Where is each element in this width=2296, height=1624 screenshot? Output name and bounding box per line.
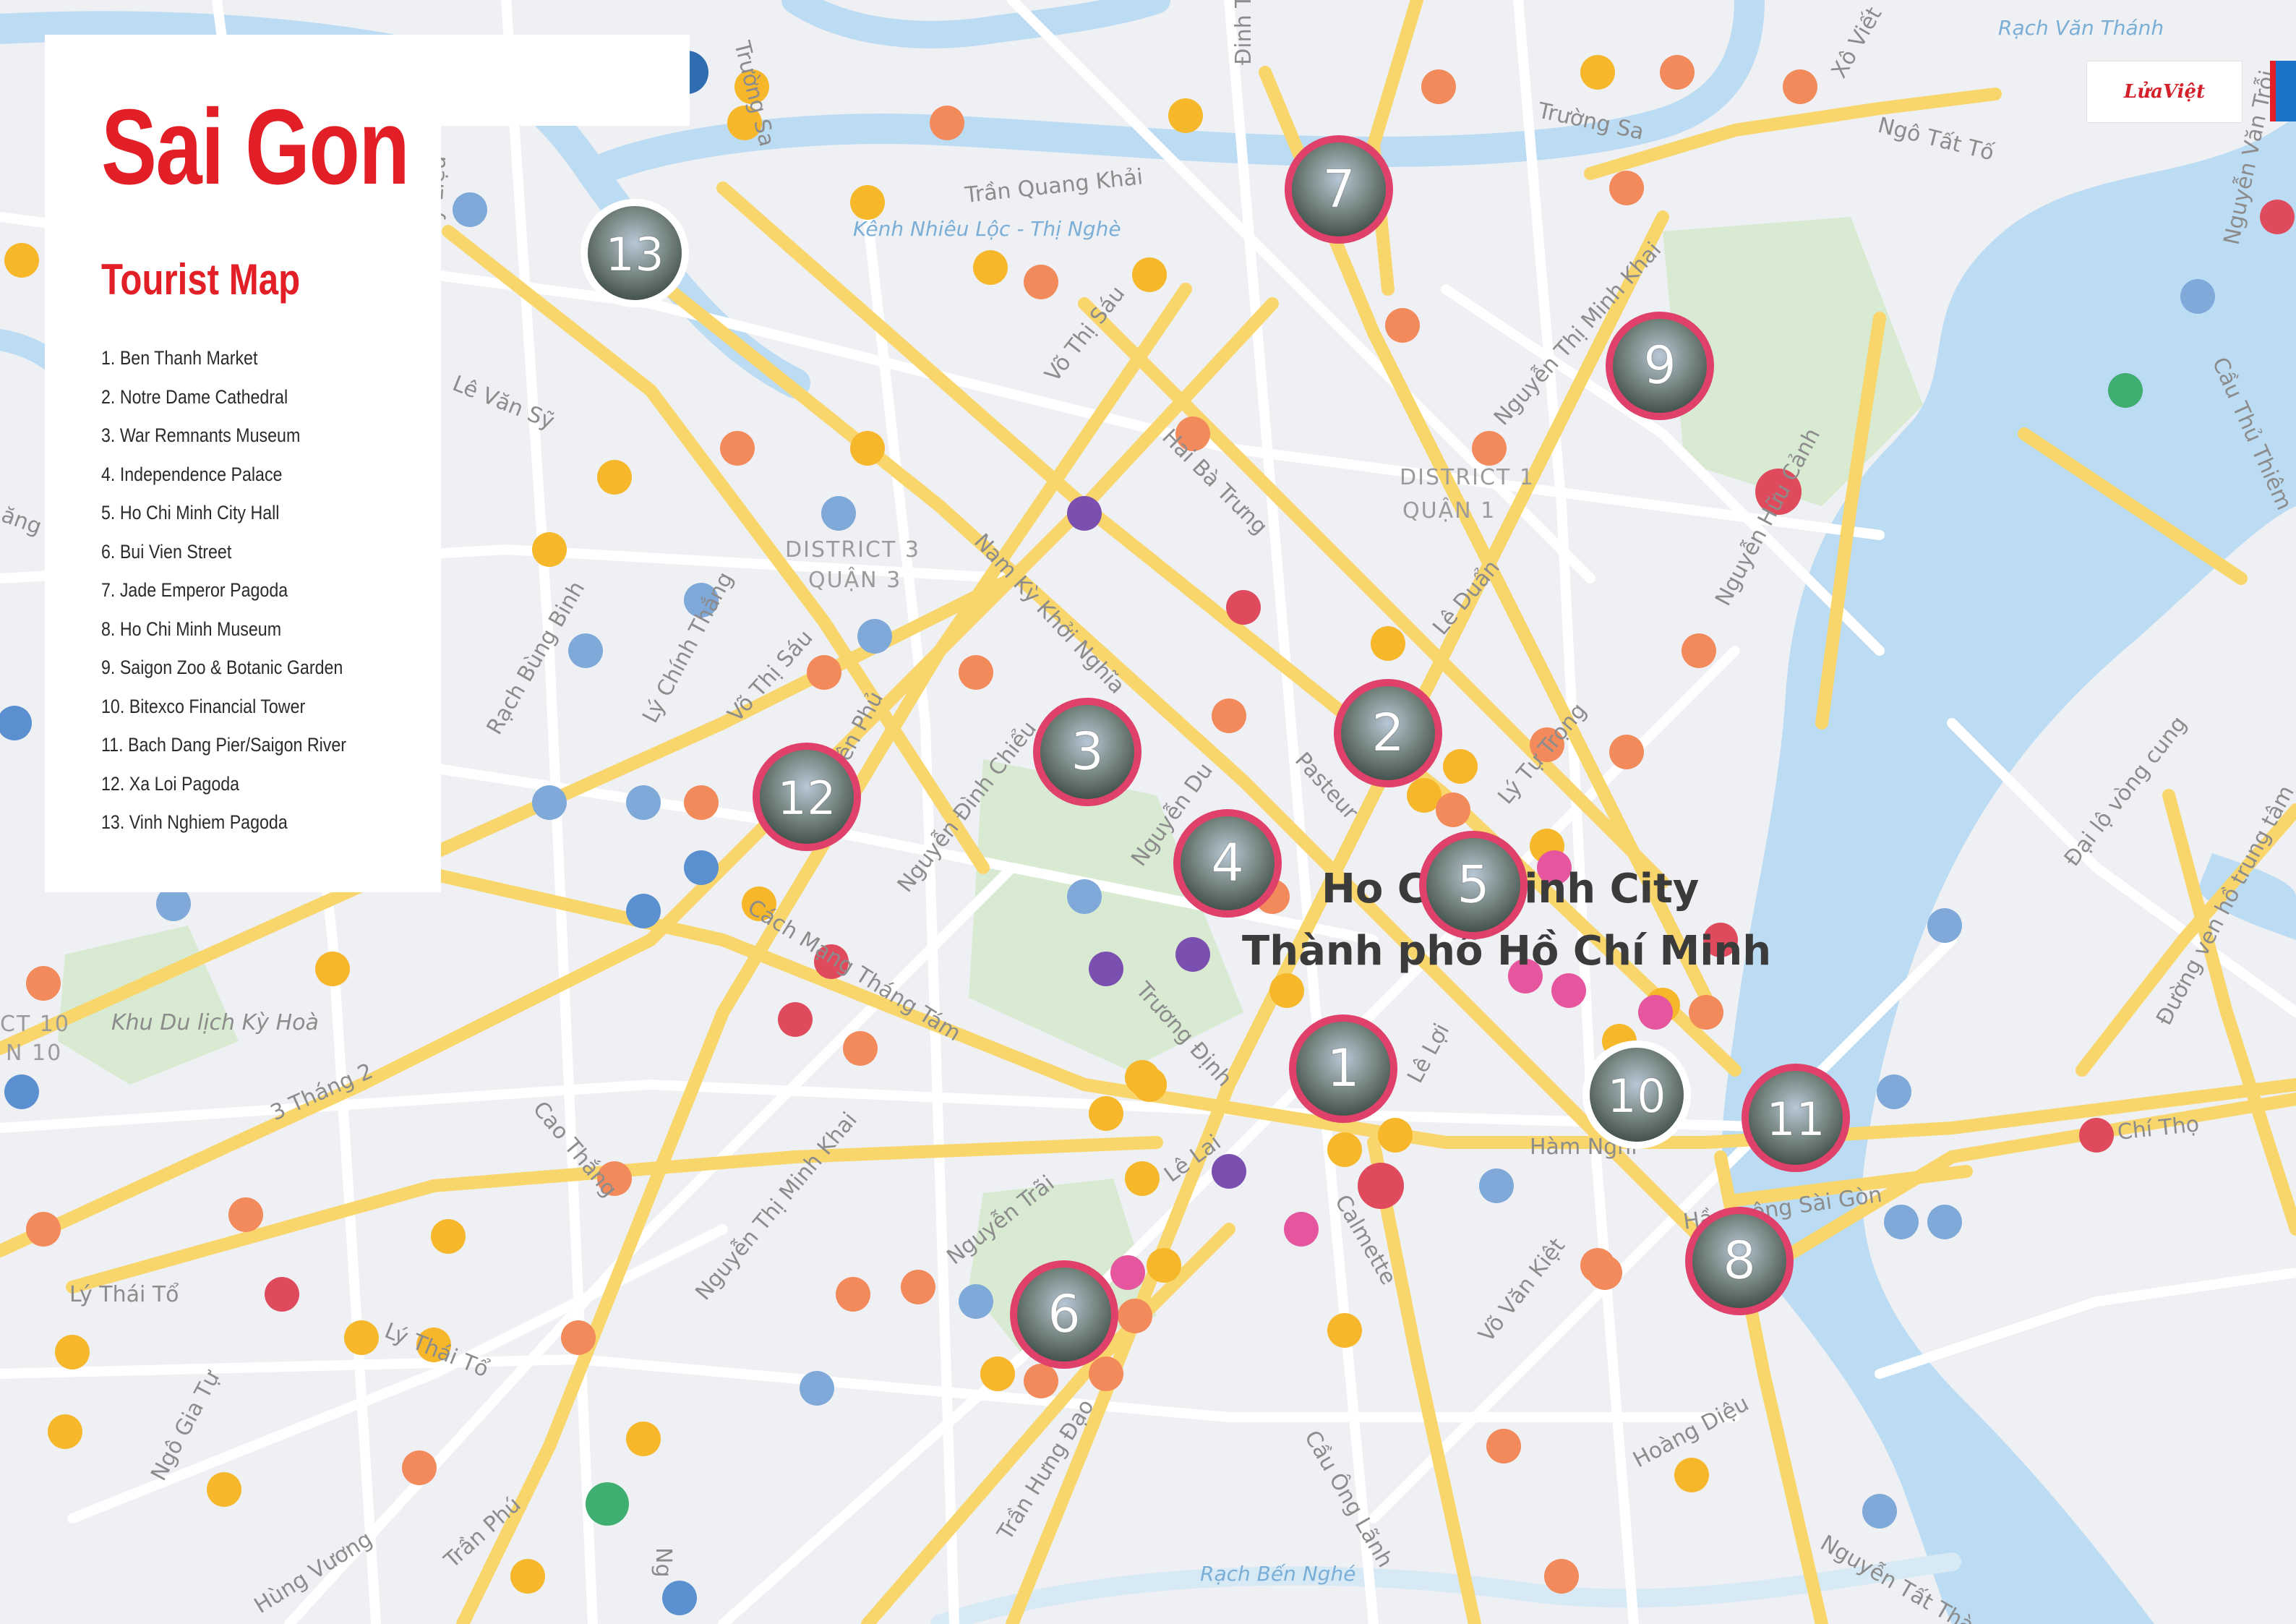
street-label: Ng xyxy=(651,1547,676,1577)
legend-item: 11. Bach Dang Pier/Saigon River xyxy=(101,734,347,756)
street-label: Khu Du lịch Kỳ Hoà xyxy=(111,1010,319,1035)
marker-number: 4 xyxy=(1211,832,1244,893)
legend-panel: Sai Gon Tourist Map 1. Ben Thanh Market 2… xyxy=(45,35,690,892)
attraction-marker-3[interactable]: 3 xyxy=(1033,698,1141,806)
marker-number: 10 xyxy=(1607,1070,1666,1124)
city-label-vn: Thành phố Hồ Chí Minh xyxy=(1242,928,1771,975)
water-label: Rạch Văn Thánh xyxy=(1998,16,2164,40)
attraction-marker-1[interactable]: 1 xyxy=(1289,1014,1397,1123)
attraction-marker-2[interactable]: 2 xyxy=(1334,679,1442,787)
attraction-marker-13[interactable]: 13 xyxy=(581,199,689,307)
edge-strip xyxy=(2270,61,2296,121)
water-label: Kênh Nhiêu Lộc - Thị Nghè xyxy=(853,217,1121,241)
marker-number: 9 xyxy=(1643,335,1676,396)
marker-number: 7 xyxy=(1322,158,1355,219)
map-subtitle: Tourist Map xyxy=(101,255,301,304)
attraction-marker-7[interactable]: 7 xyxy=(1285,135,1393,244)
attraction-marker-11[interactable]: 11 xyxy=(1742,1064,1850,1172)
marker-number: 6 xyxy=(1048,1283,1081,1344)
attraction-marker-9[interactable]: 9 xyxy=(1606,312,1714,420)
attraction-marker-5[interactable]: 5 xyxy=(1419,831,1528,939)
street-label: Lý Thái Tổ xyxy=(69,1281,179,1307)
district-10-vn-label: N 10 xyxy=(6,1040,62,1066)
legend-item: 6. Bui Vien Street xyxy=(101,540,232,563)
marker-number: 11 xyxy=(1766,1093,1825,1147)
district-1-label: DISTRICT 1 xyxy=(1400,465,1535,490)
legend-item: 13. Vinh Nghiem Pagoda xyxy=(101,811,288,833)
legend-item: 4. Independence Palace xyxy=(101,463,283,485)
legend-item: 9. Saigon Zoo & Botanic Garden xyxy=(101,657,343,678)
marker-number: 3 xyxy=(1071,721,1104,782)
marker-number: 5 xyxy=(1457,854,1490,915)
legend-item: 1. Ben Thanh Market xyxy=(101,347,258,369)
legend-item: 10. Bitexco Financial Tower xyxy=(101,695,306,717)
legend-item: 12. Xa Loi Pagoda xyxy=(101,772,240,795)
district-3-label: DISTRICT 3 xyxy=(785,537,920,563)
marker-number: 1 xyxy=(1327,1038,1360,1098)
district-10-label: CT 10 xyxy=(0,1012,70,1037)
map-title: Sai Gon xyxy=(101,87,410,207)
brand-logo[interactable]: LửaViệt xyxy=(2086,61,2243,123)
legend-item: 5. Ho Chi Minh City Hall xyxy=(101,502,280,523)
street-label: Đinh Tiên Hoàng xyxy=(1231,0,1256,65)
district-1-vn-label: QUẬN 1 xyxy=(1402,497,1496,523)
attraction-marker-4[interactable]: 4 xyxy=(1173,809,1282,918)
attraction-marker-8[interactable]: 8 xyxy=(1685,1207,1794,1315)
attraction-marker-12[interactable]: 12 xyxy=(753,743,861,851)
legend-item: 3. War Remnants Museum xyxy=(101,424,301,446)
water-label: Rạch Bến Nghé xyxy=(1200,1562,1355,1586)
marker-number: 8 xyxy=(1723,1230,1756,1291)
logo-text: LửaViệt xyxy=(2123,81,2206,103)
legend-item: 8. Ho Chi Minh Museum xyxy=(101,617,282,640)
district-3-vn-label: QUẬN 3 xyxy=(808,567,901,593)
legend-list: 1. Ben Thanh Market 2. Notre Dame Cathedr… xyxy=(101,347,386,850)
legend-item: 7. Jade Emperor Pagoda xyxy=(101,579,288,601)
attraction-marker-6[interactable]: 6 xyxy=(1010,1260,1118,1369)
marker-number: 12 xyxy=(777,772,836,826)
attraction-marker-10[interactable]: 10 xyxy=(1582,1040,1691,1149)
marker-number: 2 xyxy=(1371,702,1405,763)
legend-panel-tab xyxy=(441,35,690,126)
marker-number: 13 xyxy=(605,228,664,282)
legend-item: 2. Notre Dame Cathedral xyxy=(101,385,288,408)
